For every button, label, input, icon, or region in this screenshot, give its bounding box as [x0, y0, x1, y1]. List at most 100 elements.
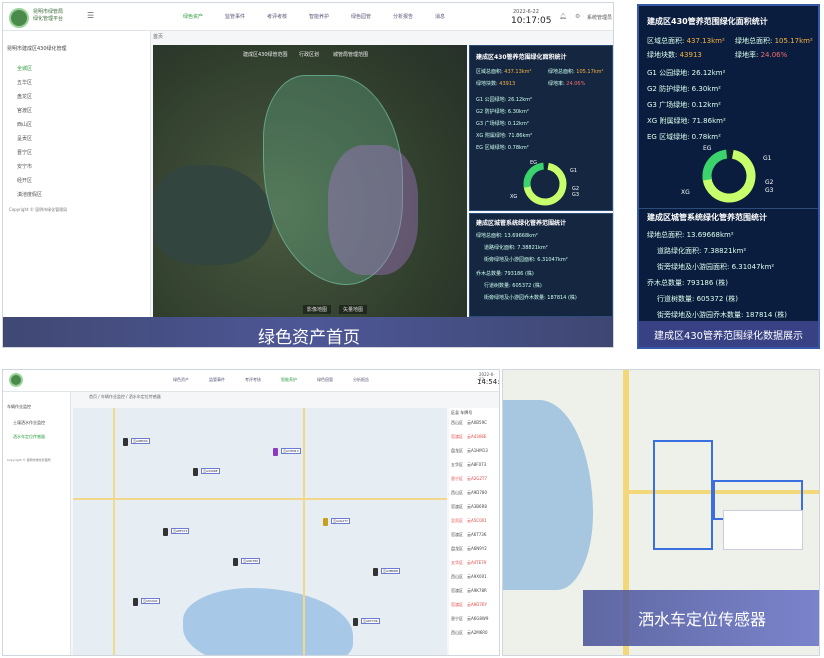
list-item[interactable]: 官渡区 云A9K78R — [451, 588, 487, 594]
vehicle-label: 云A0B59C — [131, 438, 150, 444]
crumb-sensor[interactable]: 洒水车定位传感器 — [129, 394, 161, 399]
sidebar-item-xishan[interactable]: 西山区 — [17, 121, 32, 128]
bell-icon[interactable]: 🔔︎ — [559, 13, 567, 20]
vehicle-marker[interactable] — [133, 598, 138, 606]
crumb-home[interactable]: 首页 — [89, 394, 97, 399]
zoom-count-label: 绿地块数: — [647, 51, 678, 59]
list-item[interactable]: 五华区 云A4TE79 — [451, 560, 486, 566]
vehicle-label: 云A8F073 — [171, 528, 190, 534]
nav-assessment[interactable]: 考评考核 — [267, 13, 287, 20]
gear-icon[interactable]: ⚙ — [575, 13, 580, 20]
zoom-caption: 建成区430管养范围绿化数据展示 — [653, 331, 804, 342]
user-name[interactable]: 系统管理员 — [587, 14, 612, 21]
city-map[interactable]: 云A0B59C 云A4306E 云A1HM13 云A8F073 云A2G2T7 … — [73, 408, 447, 655]
track-map-screenshot: 洒水车定位传感器 — [502, 369, 820, 656]
list-item[interactable]: 晋宁区 云A6G8W9 — [451, 616, 488, 622]
green-value: 105.17km² — [576, 69, 604, 75]
list-plate: 云A9D76Y — [467, 602, 487, 607]
list-district: 盘龙区 — [451, 546, 463, 551]
list-item[interactable]: 盘龙区 云A6N9Y2 — [451, 546, 487, 552]
list-item[interactable]: 官渡区 云A9D76Y — [451, 602, 487, 608]
menu-toggle-icon[interactable]: ☰ — [87, 11, 94, 20]
list-item[interactable]: 官渡区 云A4306E — [451, 434, 486, 440]
vehicle-marker[interactable] — [323, 518, 328, 526]
list-item[interactable]: 晋宁区 云A2G2T7 — [451, 476, 487, 482]
list-district: 呈贡区 — [451, 518, 463, 523]
sidebar-item-panlong[interactable]: 盘龙区 — [17, 93, 32, 100]
nav-park[interactable]: 绿色园管 — [317, 377, 333, 383]
nav-analysis[interactable]: 分析报告 — [353, 377, 369, 383]
nav-supervision[interactable]: 监管事件 — [209, 377, 225, 383]
stat-g1: G1 公园绿地: 26.12km² — [476, 97, 533, 103]
nav-supervision-events[interactable]: 监管事件 — [225, 13, 245, 20]
sidebar-item-soil-sprinkle[interactable]: 土壤洒水作业监控 — [13, 420, 45, 426]
vehicle-label: 云A3B6R8 — [381, 568, 400, 574]
map-tab-admin[interactable]: 行政区划 — [299, 51, 319, 58]
sidebar-item-dianchi[interactable]: 滇池度假区 — [17, 191, 42, 198]
divider — [639, 208, 818, 209]
nav-smart-maintenance[interactable]: 智能养护 — [309, 13, 329, 20]
map-tab-430[interactable]: 建成区430绿管范围 — [243, 51, 288, 58]
map-tab-city[interactable]: 城管局管理范围 — [333, 51, 368, 58]
list-item[interactable]: 官渡区 云A3B6R8 — [451, 504, 487, 510]
map-vector-button[interactable]: 矢量地图 — [339, 305, 368, 314]
sidebar-item-anning[interactable]: 安宁市 — [17, 163, 32, 170]
sidebar-item-sprinkler-sensor[interactable]: 洒水车定位传感器 — [13, 434, 45, 440]
nav-messages[interactable]: 消息 — [435, 13, 445, 20]
list-district: 晋宁区 — [451, 476, 463, 481]
list-item[interactable]: 五华区 云A8F073 — [451, 462, 486, 468]
green-asset-caption: 绿色资产首页 — [258, 328, 360, 348]
zoom-road-green: 道路绿化面积: 7.38821km² — [657, 247, 747, 255]
sidebar-item-chenggong[interactable]: 呈贡区 — [17, 135, 32, 142]
nav-green-assets[interactable]: 绿色资产 — [183, 13, 203, 20]
zoom-donut-eg: EG — [703, 145, 712, 152]
sidebar-item-jinning[interactable]: 晋宁区 — [17, 149, 32, 156]
sidebar-item-vehicle[interactable]: 车辆作业监控 — [7, 404, 31, 410]
list-district: 五华区 — [451, 462, 463, 467]
sidebar-header: 昆明市建成区430绿化管理 — [7, 46, 67, 52]
area-value: 437.13km² — [504, 69, 532, 75]
sidebar-item-wuhua[interactable]: 五华区 — [17, 79, 32, 86]
zoom-donut-chart: EG G1 G2 G3 XG — [681, 145, 774, 203]
vehicle-marker[interactable] — [353, 618, 358, 626]
vehicle-track — [653, 440, 713, 550]
zoomed-stats-panel: 建成区430管养范围绿化面积统计 区域总面积: 437.13km² 绿地总面积:… — [637, 4, 820, 349]
lake-area — [153, 165, 273, 265]
nav-green-assets[interactable]: 绿色资产 — [173, 377, 189, 383]
zoom-green-total: 绿地总面积: 13.69668km² — [647, 231, 734, 239]
vehicle-marker[interactable] — [163, 528, 168, 536]
list-item[interactable]: 呈贡区 云A5C001 — [451, 518, 487, 524]
list-item[interactable]: 西山区 云A9X001 — [451, 574, 487, 580]
zoom-area-value: 437.13km² — [686, 37, 725, 45]
nav-smart-maintenance[interactable]: 智能养护 — [281, 377, 297, 383]
top-navbar: 昆明市绿管局 绿化管理平台 ☰ 绿色资产 监管事件 考评考核 智能养护 绿色园管… — [3, 3, 613, 31]
vehicle-marker[interactable] — [373, 568, 378, 576]
list-district: 西山区 — [451, 420, 463, 425]
list-item[interactable]: 盘龙区 云A1HM13 — [451, 448, 488, 454]
nav-park-management[interactable]: 绿色园管 — [351, 13, 371, 20]
list-item[interactable]: 西山区 云A9D780 — [451, 490, 487, 496]
nav-assessment[interactable]: 考评考核 — [245, 377, 261, 383]
zoom-donut-g2: G2 — [765, 179, 774, 186]
vehicle-marker[interactable] — [233, 558, 238, 566]
crumb-vehicle[interactable]: 车辆作业监控 — [101, 394, 125, 399]
area-label: 区域总面积: — [476, 69, 503, 75]
list-district: 官渡区 — [451, 602, 463, 607]
vehicle-marker[interactable] — [273, 448, 278, 456]
lake-water — [503, 400, 593, 590]
vehicle-marker[interactable] — [193, 468, 198, 476]
list-item[interactable]: 官渡区 云A6T736 — [451, 532, 486, 538]
nav-analysis-report[interactable]: 分析报告 — [393, 13, 413, 20]
vehicle-marker[interactable] — [123, 438, 128, 446]
breadcrumb[interactable]: 首页 — [153, 33, 163, 40]
sidebar-item-guandu[interactable]: 官渡区 — [17, 107, 32, 114]
sidebar-item-jingkai[interactable]: 经开区 — [17, 177, 32, 184]
count-label: 绿地块数: — [476, 81, 498, 87]
list-item[interactable]: 西山区 云A2M6R0 — [451, 630, 488, 636]
app-name: 昆明市绿管局 绿化管理平台 — [33, 9, 63, 23]
sidebar-item-all[interactable]: 全城区 — [17, 65, 32, 72]
list-item[interactable]: 西山区 云A0B59C — [451, 420, 487, 426]
zoom-area-title: 建成区430管养范围绿化面积统计 — [647, 17, 768, 26]
map-image-button[interactable]: 影像地图 — [303, 305, 332, 314]
satellite-map[interactable]: 建成区430绿管范围 行政区划 城管局管理范围 影像地图 矢量地图 — [153, 45, 467, 317]
